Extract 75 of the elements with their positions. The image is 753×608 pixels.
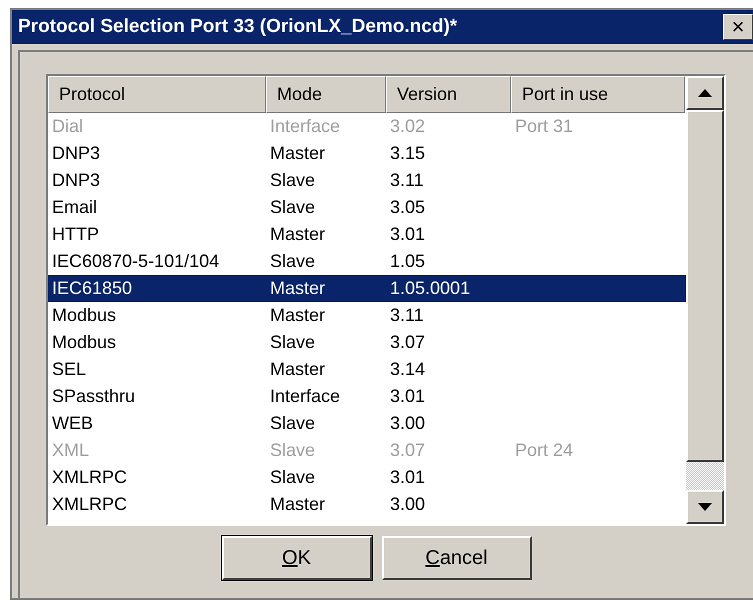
table-cell-text: XMLRPC [51, 494, 128, 515]
table-cell-text: WEB [51, 413, 94, 434]
table-cell-text: Modbus [51, 305, 118, 326]
table-cell-text: 1.05.0001 [389, 278, 472, 299]
table-cell-text: Dial [51, 116, 84, 137]
table-cell-text: Slave [269, 440, 316, 461]
table-cell-text: Master [269, 494, 326, 515]
list-row[interactable]: XMLRPC Slave 3.01 [48, 464, 686, 491]
table-cell-text: 3.01 [389, 467, 426, 488]
table-cell-text: IEC61850 [51, 278, 134, 299]
list-row[interactable]: IEC60870-5-101/104 Slave 1.05 [48, 248, 686, 275]
list-row[interactable]: HTTP Master 3.01 [48, 221, 686, 248]
list-row[interactable]: DNP3 Slave 3.11 [48, 167, 686, 194]
table-cell-text: 3.01 [389, 224, 426, 245]
window-title: Protocol Selection Port 33 (OrionLX_Demo.ncd)* [18, 16, 458, 38]
table-cell-text: Master [269, 278, 326, 299]
table-cell-text: Slave [269, 170, 316, 191]
table-cell-text: 3.11 [389, 305, 425, 326]
table-cell-text: 3.15 [389, 143, 426, 164]
table-cell-text: Master [269, 305, 326, 326]
table-cell-text: Master [269, 143, 326, 164]
list-row[interactable]: Modbus Slave 3.07 [48, 329, 686, 356]
list-row[interactable]: XMLRPC Master 3.00 [48, 491, 686, 518]
table-cell-text: 3.07 [389, 332, 426, 353]
table-cell-text: 3.07 [389, 440, 426, 461]
dialog-button[interactable]: Cancel [382, 536, 532, 580]
table-cell-text: Slave [269, 197, 316, 218]
table-cell-text: XML [51, 440, 90, 461]
table-cell-text: 3.02 [389, 116, 426, 137]
table-cell-text: 3.00 [389, 413, 426, 434]
scroll-down-button[interactable] [686, 490, 724, 524]
table-cell-text: DNP3 [51, 170, 102, 191]
table-cell-text: SEL [51, 359, 88, 380]
table-cell-text: Slave [269, 332, 316, 353]
scroll-track[interactable] [686, 462, 724, 490]
table-cell-text: Slave [269, 413, 316, 434]
table-cell-text: Email [51, 197, 98, 218]
list-row[interactable]: IEC61850 Master 1.05.0001 [48, 275, 686, 302]
table-cell-text: Slave [269, 467, 316, 488]
table-cell-text: 3.05 [389, 197, 426, 218]
table-cell-text: 3.14 [389, 359, 426, 380]
table-cell-text: Master [269, 224, 326, 245]
table-cell-text: DNP3 [51, 143, 102, 164]
column-header[interactable]: Port in use [511, 76, 685, 113]
column-header[interactable]: Protocol [48, 76, 266, 113]
list-row[interactable]: SPassthru Interface 3.01 [48, 383, 686, 410]
table-cell-text: HTTP [51, 224, 100, 245]
table-cell-text: SPassthru [51, 386, 136, 407]
table-cell-text: 1.05 [389, 251, 426, 272]
list-row[interactable]: WEB Slave 3.00 [48, 410, 686, 437]
table-cell-text: Port 24 [514, 440, 574, 461]
table-cell-text: XMLRPC [51, 467, 128, 488]
up-arrow-icon [698, 89, 712, 97]
list-row[interactable]: DNP3 Master 3.15 [48, 140, 686, 167]
table-cell-text: Interface [269, 386, 342, 407]
column-header[interactable]: Mode [266, 76, 386, 113]
scrollbar[interactable] [686, 76, 724, 524]
table-cell-text: IEC60870-5-101/104 [51, 251, 220, 272]
dialog-button[interactable]: OK [222, 536, 372, 580]
list-row[interactable]: SEL Master 3.14 [48, 356, 686, 383]
table-cell-text: 3.11 [389, 170, 425, 191]
table-cell-text: Slave [269, 251, 316, 272]
scroll-up-button[interactable] [686, 76, 724, 110]
table-cell-text: Interface [269, 116, 342, 137]
column-header[interactable]: Version [386, 76, 511, 113]
scroll-thumb[interactable] [686, 110, 724, 462]
down-arrow-icon [698, 503, 712, 511]
table-cell-text: 3.01 [389, 386, 426, 407]
close-button[interactable]: × [723, 14, 753, 40]
table-cell-text: 3.00 [389, 494, 426, 515]
table-cell-text: Port 31 [514, 116, 574, 137]
list-row[interactable]: Email Slave 3.05 [48, 194, 686, 221]
list-row[interactable]: Modbus Master 3.11 [48, 302, 686, 329]
table-cell-text: Modbus [51, 332, 118, 353]
table-cell-text: Master [269, 359, 326, 380]
